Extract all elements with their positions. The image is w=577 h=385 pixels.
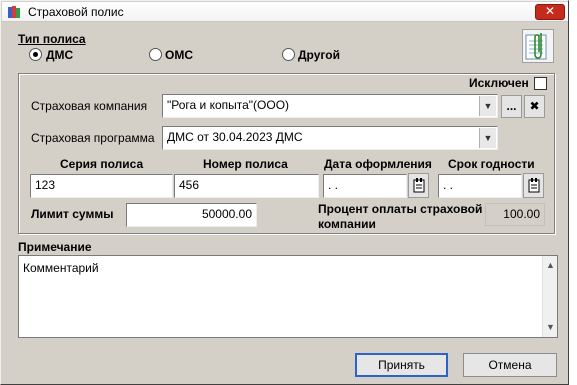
company-label: Страховая компания: [31, 99, 148, 113]
radio-dms-label[interactable]: ДМС: [46, 48, 73, 62]
app-icon: [8, 6, 20, 18]
company-value: "Рога и копыта"(ООО): [167, 98, 290, 112]
calendar-icon: [413, 178, 425, 193]
close-button[interactable]: ✕: [535, 4, 565, 20]
excluded-label: Исключен: [469, 76, 529, 90]
window-title: Страховой полис: [28, 5, 124, 19]
radio-oms-label[interactable]: ОМС: [165, 48, 193, 62]
program-combo[interactable]: ДМС от 30.04.2023 ДМС ▼: [162, 126, 498, 150]
program-value: ДМС от 30.04.2023 ДМС: [167, 130, 303, 144]
accept-button[interactable]: Принять: [355, 353, 448, 377]
radio-oms[interactable]: [149, 48, 162, 61]
payment-percent-label-line1: Процент оплаты страховой: [318, 202, 483, 216]
chevron-down-icon[interactable]: ▼: [479, 96, 496, 116]
calendar-icon: [528, 178, 540, 193]
note-label: Примечание: [18, 240, 92, 254]
issue-date-label: Дата оформления: [324, 157, 432, 171]
expiry-date-calendar-button[interactable]: [523, 173, 544, 198]
note-scrollbar[interactable]: ▲ ▼: [542, 256, 557, 337]
number-label: Номер полиса: [203, 157, 288, 171]
note-textarea[interactable]: Комментарий ▲ ▼: [18, 255, 558, 338]
radio-other-label[interactable]: Другой: [298, 48, 340, 62]
insurance-policy-dialog: Страховой полис ✕ Тип полиса ДМС ОМС Дру…: [0, 0, 569, 385]
series-input[interactable]: 123: [30, 174, 173, 198]
expiry-date-input[interactable]: . .: [438, 174, 522, 198]
radio-dms[interactable]: [29, 48, 42, 61]
background-window-edge: [570, 0, 577, 385]
payment-percent-label-line2: компании: [318, 217, 376, 231]
note-text: Комментарий: [23, 261, 99, 275]
radio-other[interactable]: [282, 48, 295, 61]
policy-type-label: Тип полиса: [18, 32, 86, 46]
company-combo[interactable]: "Рога и копыта"(ООО) ▼: [162, 94, 498, 118]
series-label: Серия полиса: [60, 157, 144, 171]
company-clear-button[interactable]: ✖: [524, 95, 545, 118]
scroll-up-icon[interactable]: ▲: [543, 258, 558, 273]
issue-date-calendar-button[interactable]: [408, 173, 429, 198]
chevron-down-icon[interactable]: ▼: [479, 128, 496, 148]
scroll-down-icon[interactable]: ▼: [543, 320, 558, 335]
title-bar: Страховой полис ✕: [2, 2, 568, 22]
expiry-label: Срок годности: [448, 157, 535, 171]
payment-percent-value: 100.00: [485, 203, 545, 226]
paperclip-icon[interactable]: [522, 29, 554, 63]
limit-input[interactable]: 50000.00: [126, 203, 257, 227]
number-input[interactable]: 456: [174, 174, 319, 198]
excluded-checkbox[interactable]: [534, 77, 547, 90]
program-label: Страховая программа: [31, 131, 155, 145]
issue-date-input[interactable]: . .: [323, 174, 407, 198]
limit-label: Лимит суммы: [31, 207, 114, 221]
cancel-button[interactable]: Отмена: [463, 353, 557, 377]
company-browse-button[interactable]: ...: [501, 95, 522, 118]
